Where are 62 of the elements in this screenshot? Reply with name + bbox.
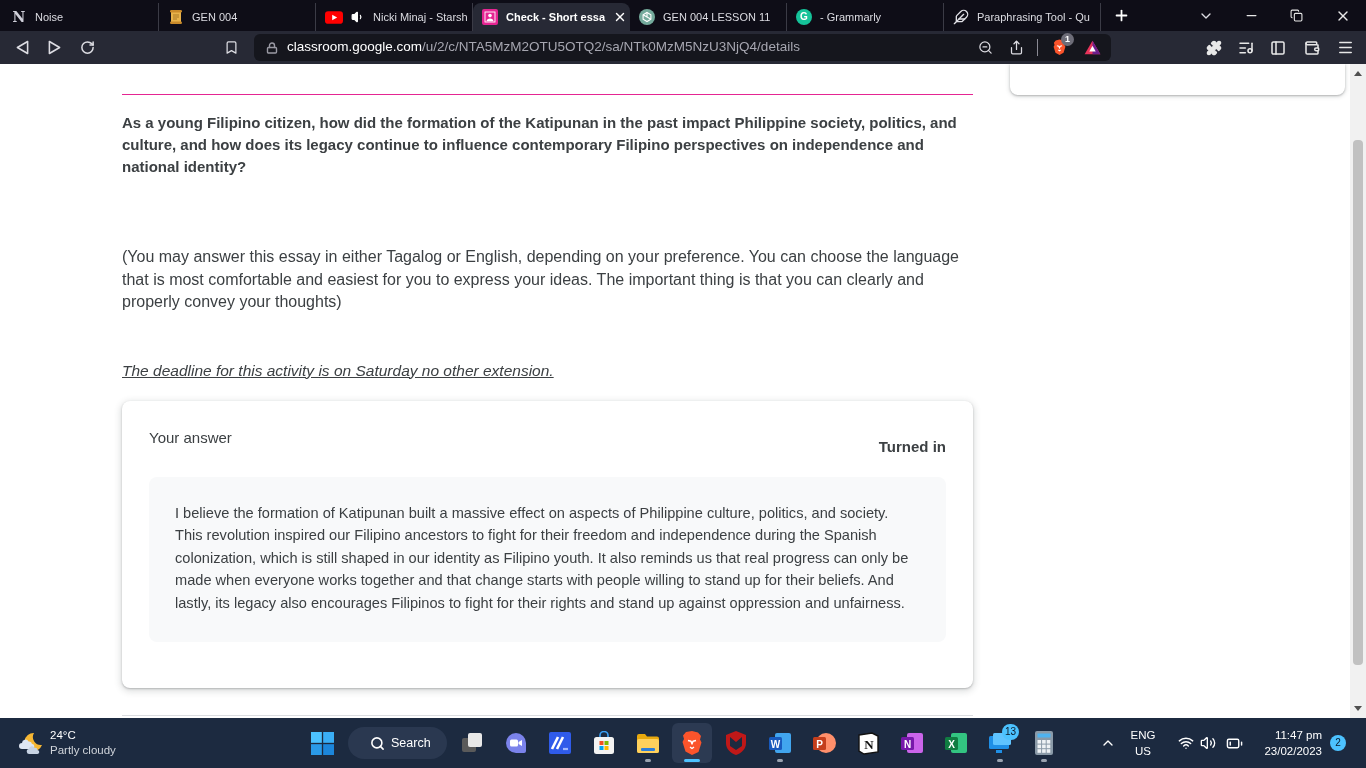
folder-icon bbox=[636, 731, 660, 755]
temperature-text: 24°C bbox=[50, 728, 77, 743]
sidebar-icon[interactable] bbox=[1270, 39, 1286, 56]
count-badge: 13 bbox=[1001, 724, 1019, 740]
play-icon bbox=[325, 10, 343, 24]
new-tab-icon[interactable] bbox=[1113, 7, 1130, 24]
taskbar-button[interactable]: W bbox=[760, 723, 800, 763]
browser-tab[interactable]: Check - Short essa bbox=[473, 3, 630, 31]
scrollbar-thumb[interactable] bbox=[1353, 140, 1363, 665]
slanted-stripes-icon bbox=[548, 731, 572, 755]
four-squares-icon[interactable] bbox=[310, 731, 334, 755]
restore-icon[interactable] bbox=[1290, 9, 1303, 22]
notification-badge[interactable]: 2 bbox=[1330, 735, 1346, 751]
taskbar-button[interactable] bbox=[672, 723, 712, 763]
taskbar-button[interactable]: X bbox=[936, 723, 976, 763]
letter-cube-icon: N bbox=[856, 731, 880, 755]
reload-icon[interactable] bbox=[80, 40, 95, 55]
wifi-icon[interactable] bbox=[1178, 735, 1195, 751]
clock[interactable]: 11:47 pm 23/02/2023 bbox=[1264, 727, 1322, 759]
puzzle-icon[interactable] bbox=[1206, 39, 1222, 56]
moon-cloud-icon[interactable] bbox=[17, 731, 43, 755]
instructions-text: (You may answer this essay in either Tagalog or English, depending on your preference. You can choose the language that is most comfortable and easiest for you to express your ideas. The important thing is that you can clearly and properly convey your thoughts) bbox=[122, 247, 960, 312]
taskbar-button[interactable]: N bbox=[848, 723, 888, 763]
speaker-icon[interactable] bbox=[1200, 735, 1217, 751]
status-label: Turned in bbox=[878, 436, 946, 457]
back-icon[interactable] bbox=[16, 40, 29, 55]
search-icon bbox=[370, 735, 385, 751]
url-text: classroom.google.com/u/2/c/NTA5MzM2OTU5OTQ2/sa/NTk0MzM5NzU3NjQ4/details bbox=[287, 38, 800, 57]
triangle-icon[interactable] bbox=[1084, 40, 1101, 55]
deadline-note: The deadline for this activity is on Saturday no other extension. bbox=[122, 360, 554, 381]
video-chat-icon bbox=[504, 731, 528, 755]
hexagon-icon bbox=[639, 9, 655, 25]
wallet-icon[interactable] bbox=[1304, 39, 1320, 56]
zoom-out-icon[interactable] bbox=[978, 40, 993, 55]
menu-icon[interactable] bbox=[1337, 39, 1354, 56]
shield-icon bbox=[724, 730, 748, 756]
person-tile-icon bbox=[482, 9, 498, 25]
bookmark-icon[interactable] bbox=[224, 40, 239, 55]
shopping-bag-icon bbox=[592, 731, 616, 755]
calculator-icon bbox=[1034, 730, 1054, 756]
taskbar-button[interactable]: N bbox=[892, 723, 932, 763]
taskbar-button[interactable]: P bbox=[804, 723, 844, 763]
letter-logo: N bbox=[11, 9, 27, 25]
forward-icon[interactable] bbox=[48, 40, 61, 55]
scroll-icon bbox=[168, 9, 184, 25]
lion-icon bbox=[680, 730, 704, 756]
feather-icon bbox=[953, 9, 969, 25]
count-badge: 1 bbox=[1061, 33, 1074, 46]
question-text: As a young Filipino citizen, how did the formation of the Katipunan in the past impact Philippine society, politics, and culture, and how does its legacy continue to influence contemporary Filipino perspectives on independence and national identity? bbox=[122, 113, 958, 177]
weather-condition: Partly cloudy bbox=[50, 743, 116, 758]
lock-icon bbox=[266, 41, 278, 54]
shield-icon[interactable] bbox=[1052, 39, 1067, 56]
address-field[interactable]: classroom.google.com/u/2/c/NTA5MzM2OTU5OTQ2/sa/NTk0MzM5NzU3NjQ4/details 1 bbox=[254, 34, 1111, 61]
letter-logo: G bbox=[796, 9, 812, 25]
overlapping-squares-icon bbox=[460, 731, 484, 755]
language-indicator[interactable]: ENG US bbox=[1130, 727, 1156, 759]
answer-heading: Your answer bbox=[149, 427, 232, 448]
share-icon[interactable] bbox=[1009, 40, 1024, 55]
caret-up-icon[interactable] bbox=[1354, 71, 1362, 76]
answer-text: I believe the formation of Katipunan built a massive effect on aspects of Philippine culture, politics, and society. This revolution inspired our Filipino ancestors to fight for their freedom and independence during the Spanish colonization, which is still shaped in our identity as Filipino youth. It also reminds us that real progress can only be made when everyone works together and that change starts with people willing to stand up for their beliefs. And lastly, its legacy also encourages Filipinos to fight for their rights and stand up against oppression and unfairness. bbox=[175, 503, 910, 613]
caret-down-icon[interactable] bbox=[1354, 706, 1362, 711]
search-button[interactable]: Search bbox=[348, 727, 447, 759]
